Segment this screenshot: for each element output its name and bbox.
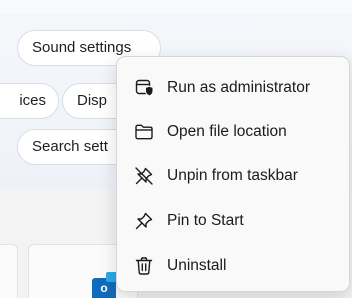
devices-pill[interactable]: ices bbox=[0, 83, 59, 119]
menu-item-pin-to-start[interactable]: Pin to Start bbox=[122, 202, 344, 240]
menu-item-uninstall[interactable]: Uninstall bbox=[122, 247, 344, 285]
menu-item-label: Open file location bbox=[167, 123, 287, 140]
menu-item-open-file-location[interactable]: Open file location bbox=[122, 113, 344, 151]
folder-icon bbox=[134, 122, 154, 142]
menu-item-run-as-administrator[interactable]: Run as administrator bbox=[122, 69, 344, 107]
unpin-icon bbox=[134, 166, 154, 186]
outlook-icon: o bbox=[92, 272, 118, 298]
app-tile-left[interactable] bbox=[0, 244, 18, 298]
context-menu: Run as administrator Open file location … bbox=[116, 56, 350, 292]
menu-item-unpin-from-taskbar[interactable]: Unpin from taskbar bbox=[122, 157, 344, 195]
menu-item-label: Run as administrator bbox=[167, 79, 311, 96]
shield-window-icon bbox=[134, 78, 154, 98]
menu-item-label: Pin to Start bbox=[167, 212, 244, 229]
menu-item-label: Uninstall bbox=[167, 257, 227, 274]
trash-icon bbox=[134, 256, 154, 276]
menu-item-label: Unpin from taskbar bbox=[167, 167, 298, 184]
pin-icon bbox=[134, 211, 154, 231]
